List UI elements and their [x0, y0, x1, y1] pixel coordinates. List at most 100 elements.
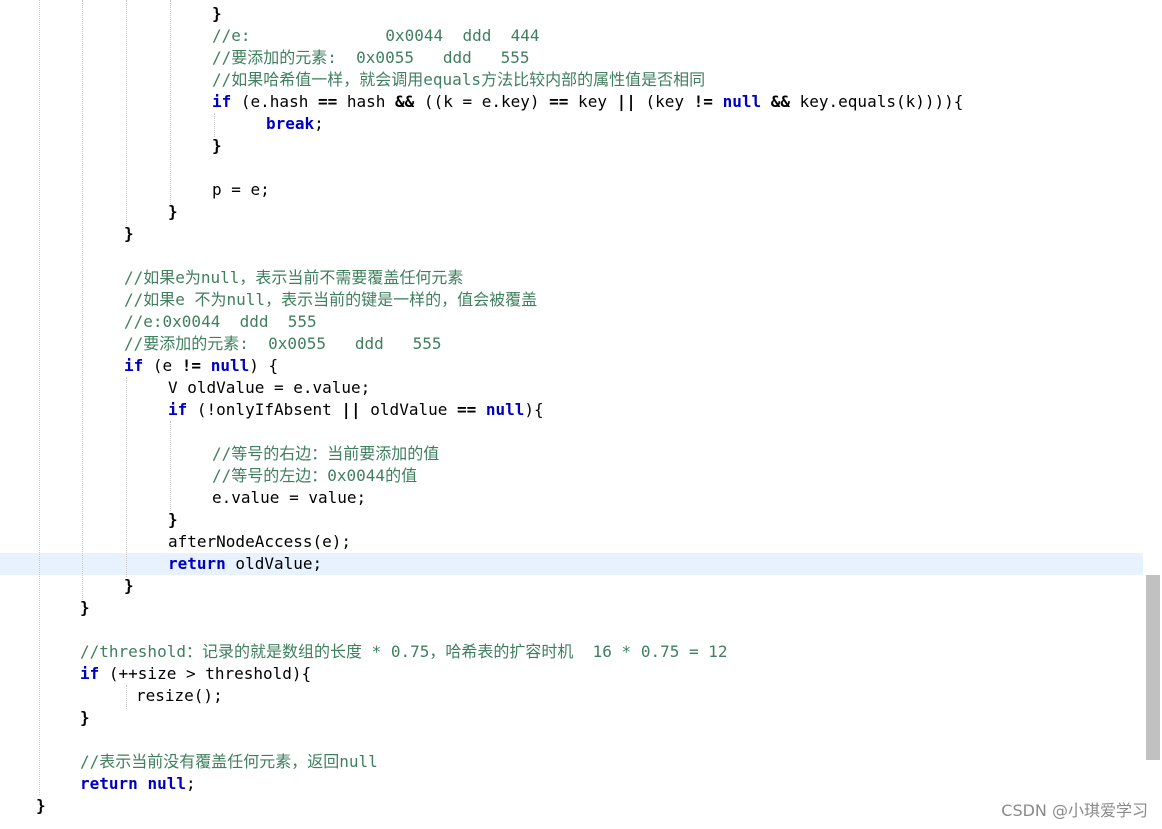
code-token: oldValue: [360, 400, 457, 419]
code-token: //等号的右边：当前要添加的值: [212, 444, 440, 463]
code-token: hash: [337, 92, 396, 111]
code-line-text: //要添加的元素: 0x0055 ddd 555: [124, 333, 442, 355]
code-token: //如果哈希值一样，就会调用equals方法比较内部的属性值是否相同: [212, 70, 706, 89]
code-token: !=: [181, 356, 202, 375]
code-token: return: [80, 774, 138, 793]
code-token: key: [568, 92, 617, 111]
code-token: if: [212, 92, 232, 111]
code-line-text: }: [168, 509, 178, 531]
code-token: (++size > threshold){: [99, 664, 312, 683]
code-line: //要添加的元素: 0x0055 ddd 555: [0, 333, 1140, 355]
code-line: }: [0, 707, 1140, 729]
code-token: ==: [549, 92, 569, 111]
code-token: }: [212, 136, 222, 155]
code-token: }: [124, 576, 134, 595]
code-line-text: p = e;: [212, 179, 270, 201]
code-line: }: [0, 135, 1140, 157]
code-token: e.value = value;: [212, 488, 367, 507]
code-line-text: }: [80, 597, 90, 619]
code-line: }: [0, 201, 1140, 223]
code-token: ;: [314, 114, 324, 133]
code-token: if: [168, 400, 188, 419]
code-line-text: e.value = value;: [212, 487, 366, 509]
code-line-text: }: [168, 201, 178, 223]
code-token: ||: [616, 92, 636, 111]
code-line: //e:0x0044 ddd 555: [0, 311, 1140, 333]
code-token: //e:0x0044 ddd 555: [124, 312, 317, 331]
code-line: return oldValue;: [0, 553, 1140, 575]
code-line: break;: [0, 113, 1140, 135]
code-line-text: //如果e为null，表示当前不需要覆盖任何元素: [124, 267, 463, 289]
code-line: }: [0, 3, 1140, 25]
code-line: //等号的右边：当前要添加的值: [0, 443, 1140, 465]
code-token: }: [124, 224, 134, 243]
code-token: key.equals(k)))){: [790, 92, 964, 111]
code-line-text: //e:0x0044 ddd 555: [124, 311, 317, 333]
code-token: //表示当前没有覆盖任何元素，返回null: [80, 752, 378, 771]
code-token: //要添加的元素: 0x0055 ddd 555: [212, 48, 530, 67]
code-token: V oldValue = e.value;: [168, 378, 371, 397]
code-line: //要添加的元素: 0x0055 ddd 555: [0, 47, 1140, 69]
code-token: }: [80, 708, 90, 727]
code-token: }: [212, 4, 222, 23]
code-token: (e: [143, 356, 182, 375]
code-line: V oldValue = e.value;: [0, 377, 1140, 399]
code-token: break: [266, 114, 315, 133]
code-line: }: [0, 795, 1140, 817]
code-token: (e.hash: [231, 92, 318, 111]
code-line-text: if (e.hash == hash && ((k = e.key) == ke…: [212, 91, 963, 113]
code-line-text: }: [212, 135, 222, 157]
code-line-text: //等号的右边：当前要添加的值: [212, 443, 439, 465]
code-token: //等号的左边：0x0044的值: [212, 466, 418, 485]
code-editor[interactable]: } //e: 0x0044 ddd 444 //要添加的元素: 0x0055 ddd…: [0, 0, 1162, 829]
code-line: if (e.hash == hash && ((k = e.key) == ke…: [0, 91, 1140, 113]
code-line: return null;: [0, 773, 1140, 795]
code-token: }: [168, 202, 178, 221]
code-token: null: [722, 92, 762, 111]
code-line: }: [0, 223, 1140, 245]
code-line-text: afterNodeAccess(e);: [168, 531, 351, 553]
code-line-text: }: [124, 223, 134, 245]
code-line-text: //threshold：记录的就是数组的长度 * 0.75，哈希表的扩容时机 1…: [80, 641, 728, 663]
code-line: //如果e为null，表示当前不需要覆盖任何元素: [0, 267, 1140, 289]
code-token: ((k = e.key): [414, 92, 550, 111]
code-token: }: [80, 598, 90, 617]
code-line: }: [0, 509, 1140, 531]
code-line: }: [0, 575, 1140, 597]
code-token: }: [36, 796, 46, 815]
code-token: oldValue;: [225, 554, 323, 573]
code-token: if: [80, 664, 100, 683]
code-line: e.value = value;: [0, 487, 1140, 509]
code-line-text: //e: 0x0044 ddd 444: [212, 25, 540, 47]
code-line-text: resize();: [136, 685, 223, 707]
code-line: resize();: [0, 685, 1140, 707]
code-line-text: //表示当前没有覆盖任何元素，返回null: [80, 751, 378, 773]
code-token: null: [147, 774, 186, 793]
code-line-text: //等号的左边：0x0044的值: [212, 465, 417, 487]
code-line-text: //如果哈希值一样，就会调用equals方法比较内部的属性值是否相同: [212, 69, 705, 91]
code-token: ==: [317, 92, 338, 111]
code-token: (key: [635, 92, 694, 111]
code-token: //要添加的元素: 0x0055 ddd 555: [124, 334, 442, 353]
code-token: //e: 0x0044 ddd 444: [212, 26, 540, 45]
code-line: //e: 0x0044 ddd 444: [0, 25, 1140, 47]
code-line-text: }: [36, 795, 46, 817]
code-line: //表示当前没有覆盖任何元素，返回null: [0, 751, 1140, 773]
code-line: //如果e 不为null，表示当前的键是一样的，值会被覆盖: [0, 289, 1140, 311]
code-line-text: break;: [266, 113, 324, 135]
code-token: afterNodeAccess(e);: [168, 532, 352, 551]
code-line: if (++size > threshold){: [0, 663, 1140, 685]
code-token: p = e;: [212, 180, 270, 199]
vertical-scrollbar-thumb[interactable]: [1146, 575, 1160, 760]
code-line-text: return oldValue;: [168, 553, 322, 575]
code-token: //如果e为null，表示当前不需要覆盖任何元素: [124, 268, 464, 287]
